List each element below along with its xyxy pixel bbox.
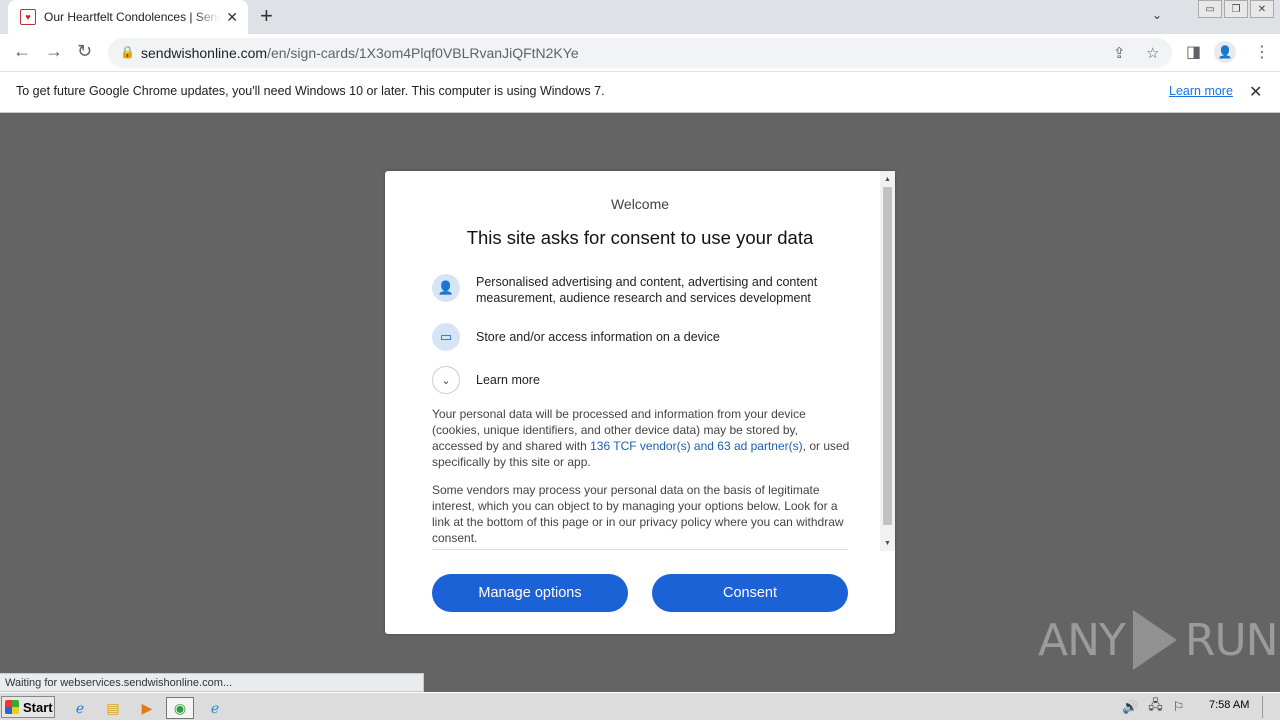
show-desktop-button[interactable] (1262, 696, 1278, 718)
device-icon: ▭ (432, 323, 460, 351)
consent-paragraph-1: Your personal data will be processed and… (432, 406, 850, 470)
person-icon: 👤 (432, 274, 460, 302)
address-bar[interactable]: 🔒 sendwishonline.com/en/sign-cards/1X3om… (108, 38, 1172, 68)
infobar-message: To get future Google Chrome updates, you… (16, 84, 605, 98)
watermark-right: RUN (1184, 614, 1279, 666)
minimize-button[interactable]: ▭ (1198, 0, 1222, 18)
restore-button[interactable]: ❐ (1224, 0, 1248, 18)
start-button[interactable]: Start (1, 696, 55, 718)
windows-logo-icon (5, 700, 19, 714)
divider (432, 549, 848, 550)
volume-icon[interactable]: 🔊 (1122, 699, 1138, 715)
windows-taskbar: Start ℯ ▤ ▶ ◉ ℯ 🔊 🖧 ⚐ 7:58 AM (0, 692, 1280, 720)
consent-dialog: Welcome This site asks for consent to us… (385, 171, 895, 634)
action-center-flag-icon[interactable]: ⚐ (1173, 699, 1185, 715)
new-tab-button[interactable]: + (260, 5, 273, 27)
forward-icon[interactable]: → (45, 41, 63, 62)
chevron-down-icon[interactable]: ⌄ (432, 366, 460, 394)
url-text[interactable]: sendwishonline.com/en/sign-cards/1X3om4P… (141, 45, 579, 61)
tab-close-icon[interactable]: ✕ (226, 9, 238, 26)
anyrun-watermark: ANY RUN (1038, 610, 1279, 670)
back-icon[interactable]: ← (13, 41, 31, 62)
purpose-text: Store and/or access information on a dev… (476, 330, 720, 344)
taskbar-clock[interactable]: 7:58 AM (1209, 699, 1249, 711)
start-label: Start (23, 699, 53, 715)
media-player-icon[interactable]: ▶ (136, 697, 158, 719)
url-domain: sendwishonline.com (141, 45, 268, 61)
watermark-left: ANY (1038, 614, 1126, 666)
consent-scroll-area[interactable]: Welcome This site asks for consent to us… (385, 171, 880, 551)
edge-icon[interactable]: ℯ (204, 697, 226, 719)
manage-options-button[interactable]: Manage options (432, 574, 628, 612)
system-tray: 🔊 🖧 ⚐ (1122, 696, 1278, 718)
update-infobar: To get future Google Chrome updates, you… (0, 72, 1280, 113)
scrollbar-thumb[interactable] (883, 187, 892, 525)
explorer-icon[interactable]: ▤ (102, 697, 124, 719)
dialog-scrollbar[interactable]: ▲ ▼ (880, 171, 895, 551)
vendors-link[interactable]: 136 TCF vendor(s) and 63 ad partner(s) (590, 439, 803, 453)
browser-tab[interactable]: ♥ Our Heartfelt Condolences | Sendwishon… (8, 0, 248, 34)
learn-more-label[interactable]: Learn more (476, 366, 846, 388)
tab-title: Our Heartfelt Condolences | Sendwishonli… (44, 10, 220, 24)
purpose-text: Personalised advertising and content, ad… (476, 275, 818, 305)
infobar-close-icon[interactable]: ✕ (1249, 82, 1262, 102)
purpose-item: ▭ Store and/or access information on a d… (432, 323, 846, 351)
consent-heading: This site asks for consent to use your d… (466, 227, 814, 248)
consent-button[interactable]: Consent (652, 574, 848, 612)
share-icon[interactable]: ⇪ (1113, 44, 1126, 62)
consent-paragraph-2: Some vendors may process your personal d… (432, 483, 844, 545)
infobar-learn-more-link[interactable]: Learn more (1169, 84, 1233, 98)
watermark-play-icon (1132, 610, 1177, 670)
side-panel-icon[interactable]: ◨ (1186, 42, 1201, 62)
purpose-item: 👤 Personalised advertising and content, … (432, 274, 846, 306)
close-window-button[interactable]: ✕ (1250, 0, 1274, 18)
status-bar: Waiting for webservices.sendwishonline.c… (0, 673, 424, 692)
consent-welcome: Welcome (610, 196, 670, 212)
tab-search-icon[interactable]: ⌄ (1152, 8, 1162, 22)
profile-avatar-icon[interactable]: 👤 (1214, 41, 1236, 63)
menu-kebab-icon[interactable]: ⋮ (1254, 42, 1270, 62)
favicon-icon: ♥ (20, 9, 36, 25)
url-path: /en/sign-cards/1X3om4Plqf0VBLRvanJiQFtN2… (267, 45, 579, 61)
lock-icon[interactable]: 🔒 (120, 45, 135, 59)
reload-icon[interactable]: ↻ (77, 41, 92, 62)
chrome-icon[interactable]: ◉ (166, 697, 194, 719)
ie-icon[interactable]: ℯ (69, 697, 91, 719)
tab-strip: ♥ Our Heartfelt Condolences | Sendwishon… (0, 0, 1280, 34)
scroll-down-arrow-icon[interactable]: ▼ (880, 536, 895, 550)
bookmark-star-icon[interactable]: ☆ (1146, 44, 1159, 62)
window-controls: ▭ ❐ ✕ (1196, 0, 1274, 18)
learn-more-toggle[interactable]: ⌄ Learn more (432, 366, 846, 394)
network-icon[interactable]: 🖧 (1148, 696, 1163, 718)
scroll-up-arrow-icon[interactable]: ▲ (880, 172, 895, 186)
browser-toolbar: ← → ↻ 🔒 sendwishonline.com/en/sign-cards… (0, 34, 1280, 72)
